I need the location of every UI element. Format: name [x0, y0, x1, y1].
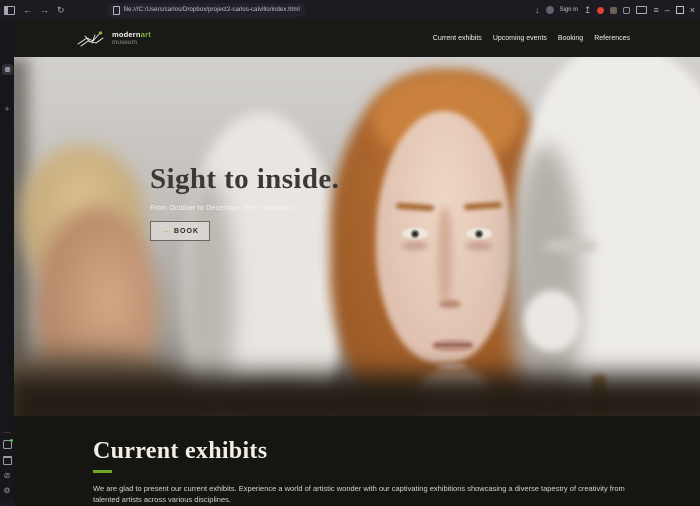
back-icon[interactable]: ←: [23, 6, 32, 15]
url-bar[interactable]: file:///C:/Users/carlos/Dropbox/project2…: [107, 3, 306, 17]
hero-photo-shading: [14, 374, 700, 416]
screen-share-icon[interactable]: [636, 6, 647, 14]
nav-booking[interactable]: Booking: [558, 35, 583, 42]
container-icon[interactable]: [3, 456, 12, 465]
heading-accent-underline: [93, 470, 112, 473]
hero-subtitle: From October to December, free expositio…: [150, 205, 339, 212]
reload-icon[interactable]: ↻: [57, 6, 65, 15]
nav-current-exhibits[interactable]: Current exhibits: [433, 35, 482, 42]
hero-photo-woman-face: [477, 232, 481, 236]
recording-indicator-icon[interactable]: [597, 7, 604, 14]
sign-in-label[interactable]: Sign in: [560, 7, 578, 13]
active-tab[interactable]: [2, 64, 13, 75]
hero-photo-woman-face: [437, 363, 467, 370]
site-nav-links: Current exhibits Upcoming events Booking…: [433, 35, 630, 42]
blocked-icon[interactable]: ⊘: [4, 472, 11, 480]
arrow-right-icon: →: [161, 227, 169, 235]
page-file-icon: [113, 6, 120, 15]
book-button-label: BOOK: [174, 228, 199, 235]
hero-photo-woman-face: [402, 242, 428, 250]
minimize-button[interactable]: –: [665, 5, 670, 15]
nav-references[interactable]: References: [594, 35, 630, 42]
hero-title: Sight to inside.: [150, 163, 339, 196]
hero-photo-shading: [542, 239, 598, 253]
share-icon[interactable]: ↥: [584, 6, 592, 15]
site-navbar: modernart museum Current exhibits Upcomi…: [14, 20, 700, 57]
url-text: file:///C:/Users/carlos/Dropbox/project2…: [124, 7, 300, 13]
sidebar-divider: [3, 432, 11, 433]
nav-upcoming-events[interactable]: Upcoming events: [493, 35, 547, 42]
close-button[interactable]: ×: [690, 5, 695, 15]
site-logo[interactable]: modernart museum: [76, 29, 151, 49]
webpage: modernart museum Current exhibits Upcomi…: [14, 20, 700, 501]
current-exhibits-section: Current exhibits We are glad to present …: [14, 416, 700, 506]
download-icon[interactable]: ↓: [535, 6, 540, 15]
extensions-icon[interactable]: [3, 440, 12, 449]
new-tab-button[interactable]: +: [4, 105, 9, 114]
extension-icon[interactable]: [623, 7, 630, 14]
menu-icon[interactable]: ≡: [653, 6, 658, 15]
tab-favicon-icon: [5, 67, 10, 72]
settings-gear-icon[interactable]: ⚙: [3, 487, 10, 495]
maximize-button[interactable]: [676, 6, 684, 14]
section-heading: Current exhibits: [93, 438, 700, 465]
logo-accent: art: [141, 30, 151, 39]
sidebar-toggle-icon[interactable]: [4, 6, 15, 15]
hero-photo-woman-face: [435, 344, 471, 346]
hero-photo-right-plaster-head: [524, 290, 580, 352]
book-button[interactable]: → BOOK: [150, 221, 210, 241]
forward-icon[interactable]: →: [40, 6, 49, 15]
browser-window: ← → ↻ file:///C:/Users/carlos/Dropbox/pr…: [0, 0, 700, 501]
hero-photo-woman-face: [439, 300, 461, 308]
extension-icon[interactable]: [610, 7, 617, 14]
section-paragraph: We are glad to present our current exhib…: [93, 484, 628, 506]
browser-toolbar: ← → ↻ file:///C:/Users/carlos/Dropbox/pr…: [0, 0, 700, 20]
logo-sketch-icon: [76, 29, 106, 49]
logo-title: modernart: [112, 31, 151, 39]
hero-image: Sight to inside. From October to Decembe…: [14, 57, 700, 416]
profile-avatar[interactable]: [546, 6, 554, 14]
hero-copy: Sight to inside. From October to Decembe…: [150, 163, 339, 241]
hero-photo-woman-face: [466, 242, 492, 250]
tab-sidebar: + ⊘ ⚙: [0, 20, 14, 501]
logo-subtitle: museum: [112, 39, 151, 46]
hero-photo-woman-face: [438, 207, 452, 303]
hero-photo-woman-face: [413, 232, 417, 236]
